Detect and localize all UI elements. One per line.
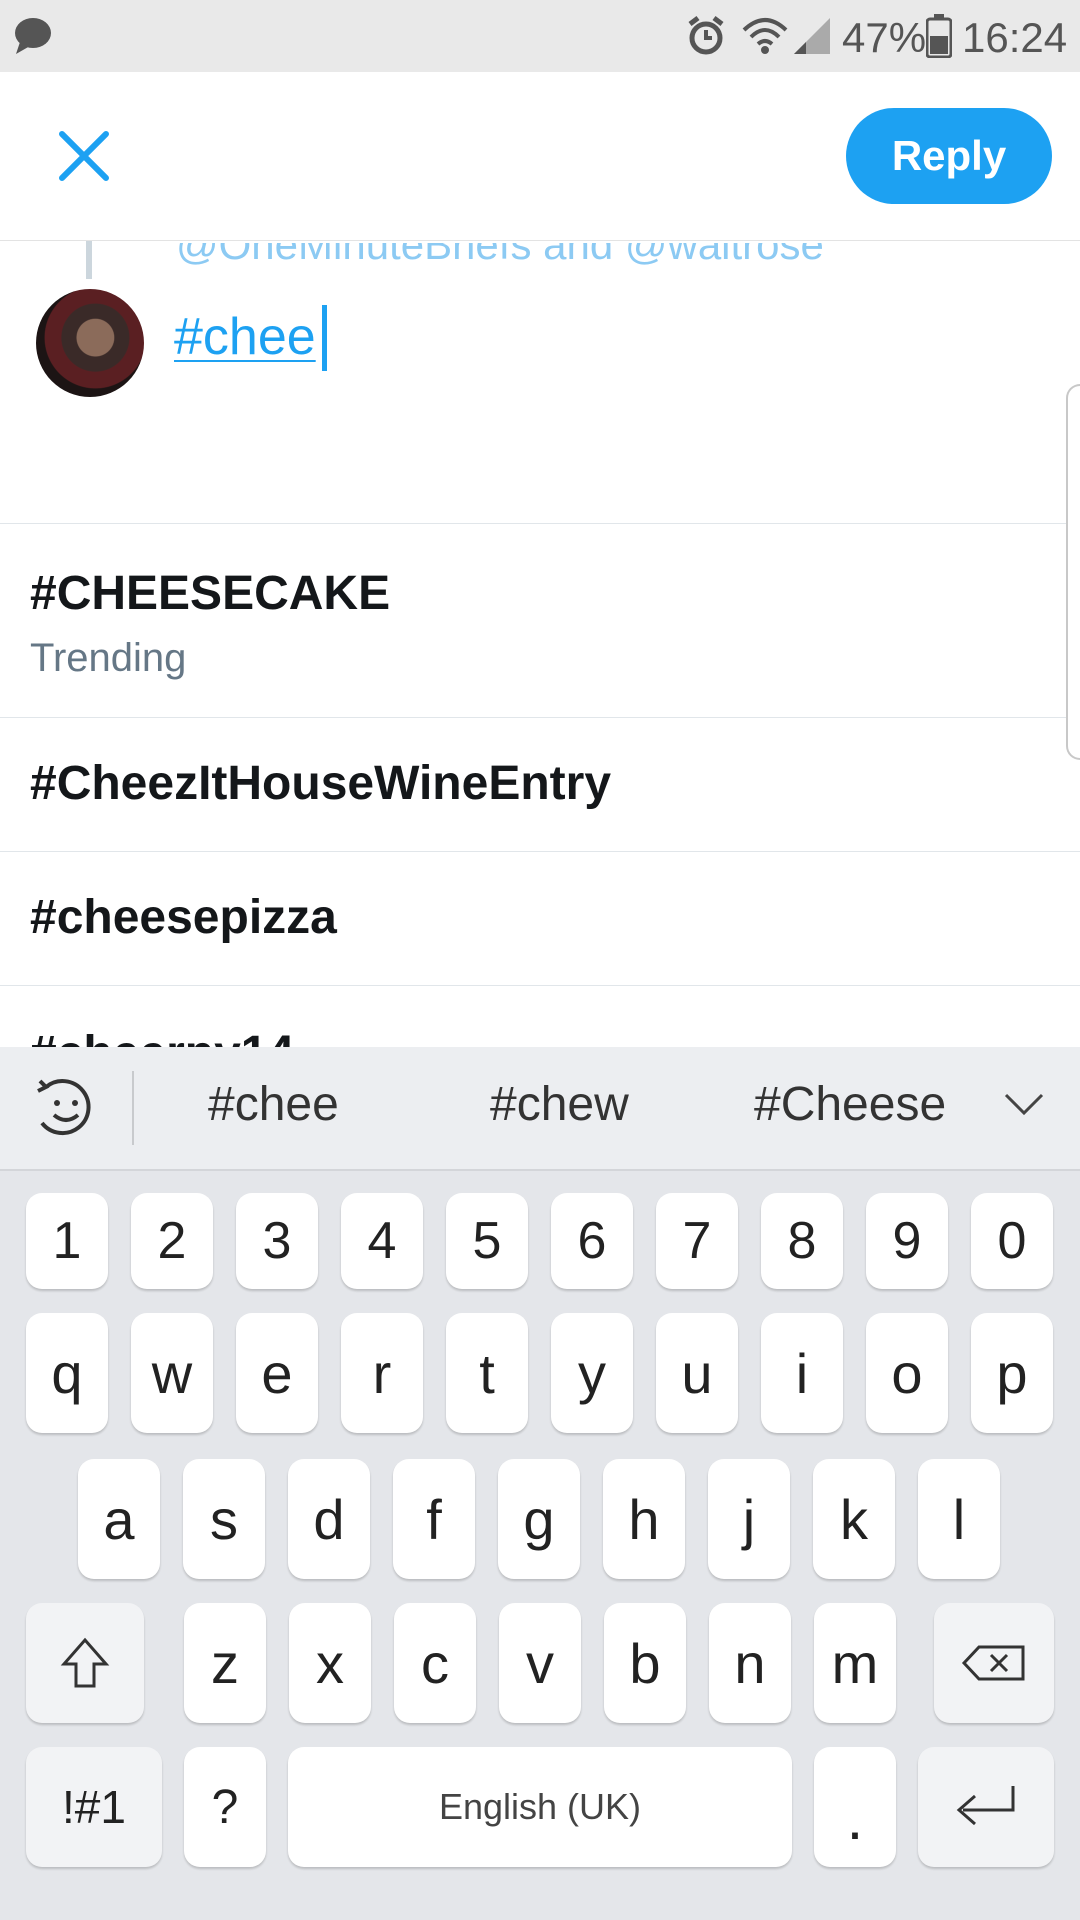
composer: @OneMinuteBriefs and @waitrose #chee (0, 241, 1080, 523)
close-icon[interactable] (58, 130, 110, 182)
text-cursor (322, 305, 327, 371)
avatar (36, 289, 144, 397)
key-t[interactable]: t (446, 1313, 528, 1433)
key-4[interactable]: 4 (341, 1193, 423, 1289)
alarm-icon (688, 16, 724, 55)
key-5[interactable]: 5 (446, 1193, 528, 1289)
reply-button[interactable]: Reply (846, 108, 1052, 204)
wifi-icon (742, 18, 788, 54)
battery-percent: 47% (842, 14, 927, 61)
scrollbar[interactable] (1066, 384, 1080, 760)
key-7[interactable]: 7 (656, 1193, 738, 1289)
prediction-2[interactable]: #chew (490, 1077, 629, 1132)
backspace-icon (961, 1645, 1025, 1681)
suggestion-item[interactable]: #CheezItHouseWineEntry (0, 717, 1080, 852)
key-r[interactable]: r (341, 1313, 423, 1433)
chevron-down-icon[interactable] (1002, 1091, 1046, 1119)
key-9[interactable]: 9 (866, 1193, 948, 1289)
key-c[interactable]: c (394, 1603, 476, 1723)
key-h[interactable]: h (603, 1459, 685, 1579)
enter-key[interactable] (918, 1747, 1054, 1867)
key-y[interactable]: y (551, 1313, 633, 1433)
key-e[interactable]: e (236, 1313, 318, 1433)
key-z[interactable]: z (184, 1603, 266, 1723)
key-b[interactable]: b (604, 1603, 686, 1723)
key-g[interactable]: g (498, 1459, 580, 1579)
compose-header: Reply (0, 72, 1080, 241)
suggestion-item[interactable]: #cheesepizza (0, 851, 1080, 986)
suggestion-tag: #cheerpy14 (30, 1026, 294, 1048)
period-key[interactable]: . (814, 1747, 896, 1867)
thread-line (86, 241, 92, 279)
key-3[interactable]: 3 (236, 1193, 318, 1289)
enter-icon (956, 1786, 1015, 1826)
key-i[interactable]: i (761, 1313, 843, 1433)
key-s[interactable]: s (183, 1459, 265, 1579)
key-q[interactable]: q (26, 1313, 108, 1433)
key-p[interactable]: p (971, 1313, 1053, 1433)
suggestion-tag: #CHEESECAKE (30, 567, 391, 620)
signal-icon (794, 18, 830, 54)
key-u[interactable]: u (656, 1313, 738, 1433)
chat-bubble-icon (15, 18, 51, 54)
key-2[interactable]: 2 (131, 1193, 213, 1289)
shift-key[interactable] (26, 1603, 144, 1723)
prediction-1[interactable]: #chee (208, 1077, 339, 1132)
suggestion-tag: #CheezItHouseWineEntry (30, 757, 612, 810)
tweet-text-input[interactable]: #chee (174, 307, 316, 367)
suggestion-item[interactable]: #CHEESECAKE Trending (0, 523, 1080, 718)
key-v[interactable]: v (499, 1603, 581, 1723)
key-j[interactable]: j (708, 1459, 790, 1579)
key-a[interactable]: a (78, 1459, 160, 1579)
space-key[interactable]: English (UK) (288, 1747, 792, 1867)
key-w[interactable]: w (131, 1313, 213, 1433)
divider (132, 1071, 134, 1145)
key-f[interactable]: f (393, 1459, 475, 1579)
backspace-key[interactable] (934, 1603, 1054, 1723)
key-l[interactable]: l (918, 1459, 1000, 1579)
key-0[interactable]: 0 (971, 1193, 1053, 1289)
key-d[interactable]: d (288, 1459, 370, 1579)
suggestion-tag: #cheesepizza (30, 891, 337, 944)
shift-icon (60, 1637, 110, 1688)
key-k[interactable]: k (813, 1459, 895, 1579)
suggestion-item[interactable]: #cheerpy14 (0, 985, 1080, 1048)
key-8[interactable]: 8 (761, 1193, 843, 1289)
key-1[interactable]: 1 (26, 1193, 108, 1289)
key-m[interactable]: m (814, 1603, 896, 1723)
symbols-key[interactable]: !#1 (26, 1747, 162, 1867)
key-n[interactable]: n (709, 1603, 791, 1723)
status-bar: 47% 16:24 (0, 0, 1080, 72)
keyboard: #chee #chew #Cheese 1234567890 qwertyuio… (0, 1047, 1080, 1920)
key-6[interactable]: 6 (551, 1193, 633, 1289)
key-o[interactable]: o (866, 1313, 948, 1433)
prediction-bar: #chee #chew #Cheese (0, 1047, 1080, 1171)
prediction-3[interactable]: #Cheese (754, 1077, 946, 1132)
clock: 16:24 (962, 14, 1068, 61)
question-key[interactable]: ? (184, 1747, 266, 1867)
suggestion-subtitle: Trending (30, 636, 187, 680)
battery-icon (926, 14, 952, 58)
emoji-toggle-icon[interactable] (32, 1073, 100, 1143)
key-x[interactable]: x (289, 1603, 371, 1723)
